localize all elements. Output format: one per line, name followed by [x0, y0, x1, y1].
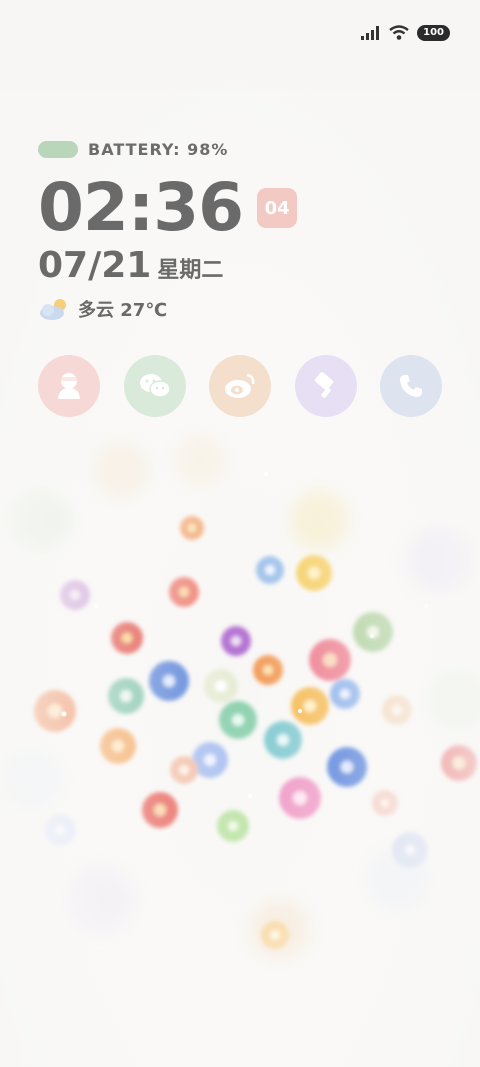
date-text: 07/21	[38, 245, 152, 286]
signal-icon	[361, 26, 380, 40]
status-bar: 100	[361, 22, 450, 44]
weibo-app-icon[interactable]	[209, 355, 271, 417]
brush-app-icon[interactable]	[294, 355, 357, 417]
app-shortcuts-row	[38, 355, 442, 417]
clock-widget[interactable]: BATTERY: 98% 02:36 04 07/21 星期二 多云 27℃	[38, 140, 298, 322]
chat-app-icon[interactable]	[123, 355, 186, 417]
weekday-text: 星期二	[157, 258, 224, 283]
battery-row: BATTERY: 98%	[38, 140, 297, 159]
battery-icon: 100	[417, 25, 450, 41]
battery-label: BATTERY: 98%	[88, 140, 229, 159]
wifi-icon	[389, 25, 409, 40]
avatar-app-icon[interactable]	[38, 355, 100, 417]
weather-row: 多云 27℃	[38, 296, 297, 322]
battery-level-bar	[38, 141, 78, 158]
cloudy-weather-icon	[40, 299, 66, 320]
date-row: 07/21 星期二	[38, 245, 297, 286]
time-row: 02:36 04	[38, 169, 298, 246]
phone-app-icon[interactable]	[380, 355, 442, 417]
seconds-badge: 04	[257, 188, 298, 228]
clock-time: 02:36	[38, 169, 244, 246]
weather-text: 多云 27℃	[78, 300, 168, 321]
